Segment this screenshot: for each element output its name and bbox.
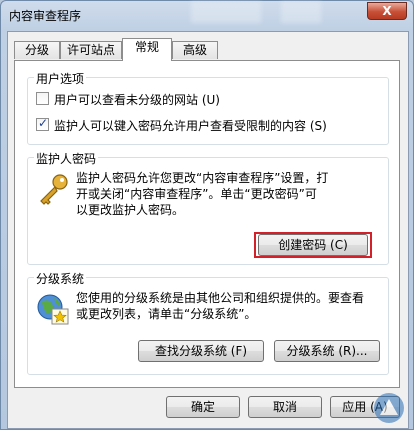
user-options-group: 用户选项 用户可以查看未分级的网站 (U) 监护人可以键入密码允许用户查看受限制… bbox=[27, 70, 389, 145]
key-icon bbox=[40, 174, 68, 205]
create-password-button[interactable]: 创建密码 (C) bbox=[258, 234, 368, 256]
ok-button[interactable]: 确定 bbox=[166, 396, 240, 418]
rating-systems-group: 分级系统 您使用的分级系统是由其他公司和组织提供的。要查看 或更改列表，请单击“… bbox=[27, 270, 389, 375]
supervisor-password-description: 监护人密码允许您更改“内容审查程序”设置，打 开或关闭“内容审查程序”。单击“更… bbox=[76, 171, 329, 217]
globe-certificate-icon bbox=[37, 294, 69, 325]
group-title: 监护人密码 bbox=[34, 150, 99, 167]
blurred-background bbox=[191, 1, 261, 23]
find-rating-systems-button[interactable]: 查找分级系统 (F) bbox=[138, 340, 264, 362]
rating-systems-button[interactable]: 分级系统 (R)... bbox=[274, 340, 380, 362]
tab-panel-general: 用户选项 用户可以查看未分级的网站 (U) 监护人可以键入密码允许用户查看受限制… bbox=[14, 60, 400, 388]
rating-systems-description: 您使用的分级系统是由其他公司和组织提供的。要查看 或更改列表，请单击“分级系统”… bbox=[76, 291, 365, 321]
tab-approved-sites[interactable]: 许可站点 bbox=[60, 41, 122, 59]
dialog-client: 分级 许可站点 常规 高级 用户选项 用户可以查看未分级的网站 (U) 监护人可… bbox=[7, 31, 409, 429]
cancel-button[interactable]: 取消 bbox=[248, 396, 322, 418]
dialog-window: 内容审查程序 X 分级 许可站点 常规 高级 用户选项 用户可以查看未分级的网站… bbox=[0, 0, 414, 430]
tab-ratings[interactable]: 分级 bbox=[14, 41, 60, 59]
tab-advanced[interactable]: 高级 bbox=[172, 41, 218, 59]
watermark-logo-icon bbox=[374, 393, 404, 423]
group-title: 用户选项 bbox=[34, 70, 87, 87]
close-icon: X bbox=[382, 4, 392, 18]
unrated-sites-label[interactable]: 用户可以查看未分级的网站 (U) bbox=[54, 91, 220, 108]
title-bar[interactable]: 内容审查程序 X bbox=[1, 1, 413, 31]
window-title: 内容审查程序 bbox=[9, 9, 82, 23]
unrated-sites-checkbox[interactable] bbox=[36, 92, 49, 105]
supervisor-override-label[interactable]: 监护人可以键入密码允许用户查看受限制的内容 (S) bbox=[54, 117, 327, 134]
close-button[interactable]: X bbox=[367, 2, 407, 20]
supervisor-override-checkbox[interactable] bbox=[36, 116, 49, 131]
blurred-background bbox=[281, 1, 321, 23]
group-title: 分级系统 bbox=[34, 270, 87, 287]
supervisor-password-group: 监护人密码 监护人密码允许您更改“内容审查程序”设置，打 开或关闭“内容审查程序… bbox=[27, 150, 389, 265]
tab-general[interactable]: 常规 bbox=[122, 38, 172, 61]
